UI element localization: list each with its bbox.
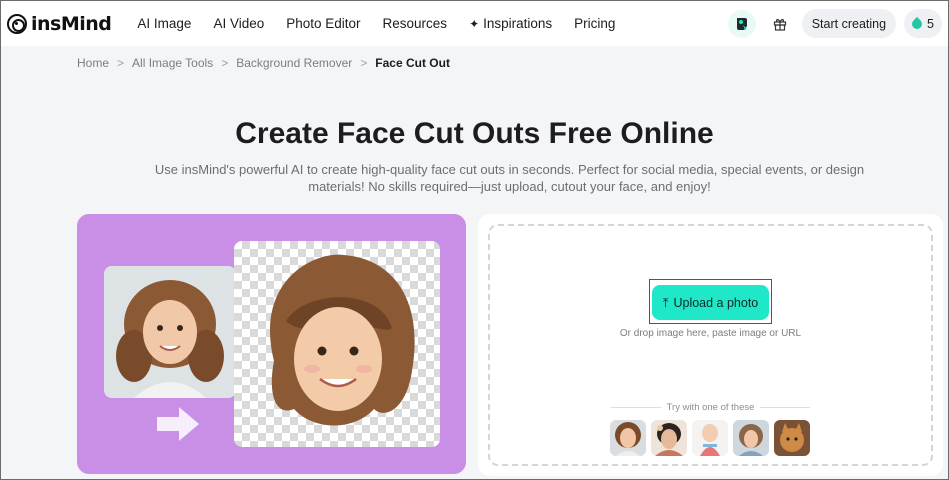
nav-ai-image[interactable]: AI Image — [137, 16, 191, 31]
top-navbar: insMind AI Image AI Video Photo Editor R… — [1, 1, 948, 46]
breadcrumb-separator: > — [360, 56, 368, 70]
logo-text: insMind — [31, 12, 112, 35]
nav-resources[interactable]: Resources — [383, 16, 448, 31]
page-description: Use insMind's powerful AI to create high… — [154, 162, 865, 194]
sparkle-icon: ✦ — [469, 16, 480, 31]
sample-image[interactable] — [733, 420, 769, 456]
after-cutout — [234, 241, 440, 447]
upload-arrow-icon: ⤒ — [662, 294, 669, 310]
sample-image[interactable] — [774, 420, 810, 456]
breadcrumb-all-tools[interactable]: All Image Tools — [132, 56, 213, 70]
nav-pricing[interactable]: Pricing — [574, 16, 615, 31]
logo[interactable]: insMind — [7, 12, 112, 35]
credit-drop-icon — [909, 16, 925, 31]
breadcrumb-separator: > — [117, 56, 125, 70]
sample-image[interactable] — [692, 420, 728, 456]
nav-inspirations-label: Inspirations — [483, 16, 553, 31]
breadcrumb-background-remover[interactable]: Background Remover — [236, 56, 352, 70]
credits-count: 5 — [927, 16, 934, 31]
upload-panel: ⤒ Upload a photo Or drop image here, pas… — [478, 214, 943, 476]
main-nav: AI Image AI Video Photo Editor Resources… — [137, 16, 637, 31]
sample-image[interactable] — [651, 420, 687, 456]
nav-inspirations[interactable]: ✦ Inspirations — [469, 16, 552, 31]
upload-hint: Or drop image here, paste image or URL — [619, 328, 802, 339]
upload-photo-label: Upload a photo — [673, 295, 759, 310]
breadcrumb-current: Face Cut Out — [375, 56, 450, 70]
nav-ai-video[interactable]: AI Video — [213, 16, 264, 31]
divider — [611, 407, 661, 408]
upload-photo-button[interactable]: ⤒ Upload a photo — [652, 285, 769, 320]
before-photo — [104, 266, 236, 398]
start-creating-button[interactable]: Start creating — [801, 9, 897, 38]
try-samples-header: Try with one of these — [611, 402, 810, 413]
insmind-logo-icon — [7, 13, 27, 34]
demo-preview — [77, 214, 466, 474]
sample-images — [610, 420, 815, 456]
page-title: Create Face Cut Outs Free Online — [235, 117, 714, 150]
breadcrumb: Home > All Image Tools > Background Remo… — [77, 56, 450, 70]
try-samples-label: Try with one of these — [666, 402, 755, 413]
breadcrumb-home[interactable]: Home — [77, 56, 109, 70]
nav-photo-editor[interactable]: Photo Editor — [286, 16, 360, 31]
credits-badge[interactable]: 5 — [904, 9, 942, 38]
divider — [760, 407, 810, 408]
header-actions: Start creating 5 — [727, 9, 942, 38]
arrow-right-icon — [157, 407, 199, 441]
gift-icon[interactable] — [766, 10, 794, 38]
sample-image[interactable] — [610, 420, 646, 456]
ai-avatar-button[interactable] — [727, 9, 756, 38]
breadcrumb-separator: > — [221, 56, 229, 70]
ai-avatar-icon — [736, 17, 747, 30]
